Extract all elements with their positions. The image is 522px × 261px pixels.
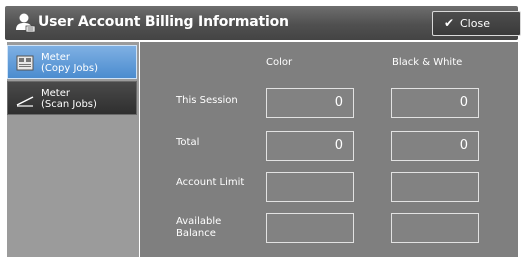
- column-header-black-white: Black & White: [392, 57, 463, 68]
- column-header-color: Color: [266, 57, 293, 68]
- sidebar-item-sublabel: (Scan Jobs): [41, 99, 97, 110]
- row-label-account-limit: Account Limit: [176, 177, 245, 188]
- total-color-value: 0: [266, 131, 354, 161]
- close-button-label: Close: [460, 17, 490, 30]
- row-label-available-balance: Available Balance: [176, 216, 222, 239]
- title-bar: User Account Billing Information ✔ Close: [5, 6, 521, 40]
- sidebar-item-sublabel: (Copy Jobs): [41, 63, 98, 74]
- account-limit-color-value: [266, 172, 354, 202]
- sidebar-item-meter-copy-jobs[interactable]: Meter (Copy Jobs): [7, 45, 137, 79]
- total-bw-value: 0: [391, 131, 479, 161]
- close-button[interactable]: ✔ Close: [432, 11, 521, 36]
- row-label-this-session: This Session: [176, 95, 238, 106]
- this-session-bw-value: 0: [391, 88, 479, 118]
- checkmark-icon: ✔: [444, 16, 455, 30]
- available-balance-bw-value: [391, 213, 479, 243]
- this-session-color-value: 0: [266, 88, 354, 118]
- sidebar-item-meter-scan-jobs[interactable]: Meter (Scan Jobs): [7, 81, 137, 115]
- user-account-icon: [16, 13, 36, 33]
- account-limit-bw-value: [391, 172, 479, 202]
- sidebar-item-label: Meter: [41, 88, 70, 99]
- copy-jobs-icon: [16, 55, 34, 71]
- page-title: User Account Billing Information: [38, 14, 289, 30]
- scan-jobs-icon: [16, 96, 34, 107]
- row-label-total: Total: [176, 137, 200, 148]
- billing-info-screen: User Account Billing Information ✔ Close…: [0, 0, 522, 261]
- available-balance-color-value: [266, 213, 354, 243]
- sidebar-item-label: Meter: [41, 52, 70, 63]
